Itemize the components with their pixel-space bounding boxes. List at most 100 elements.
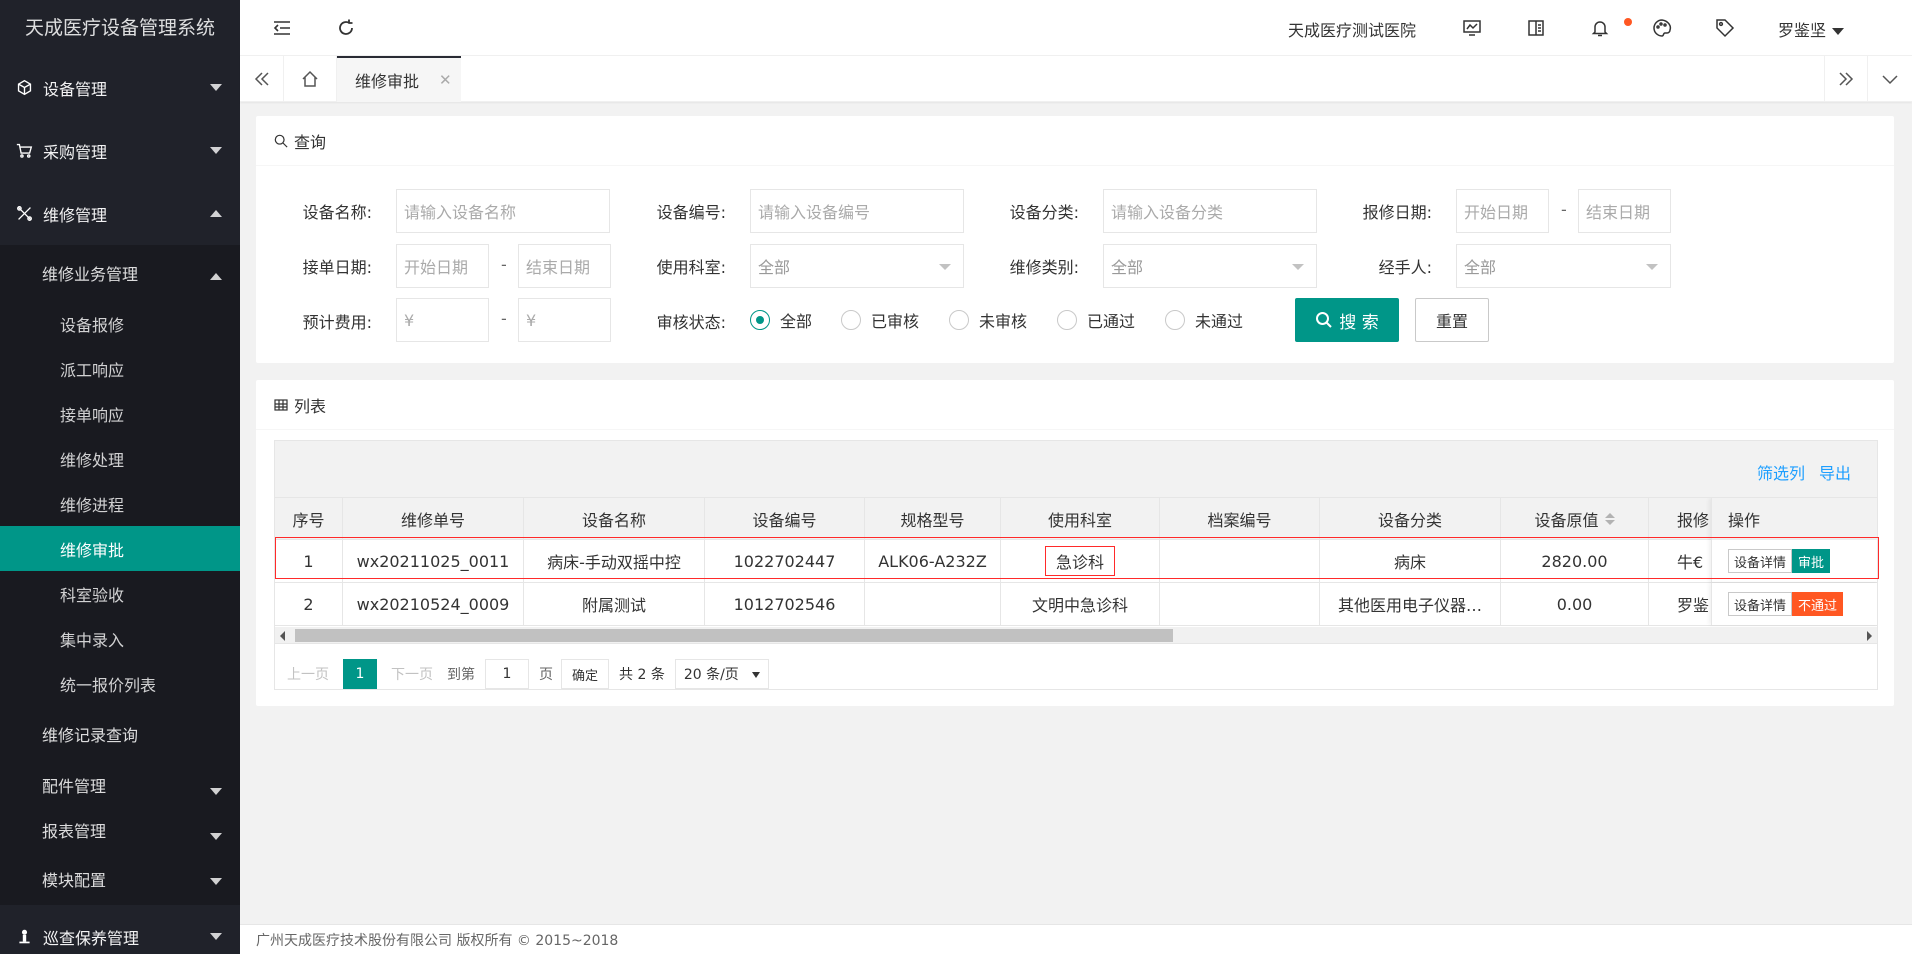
refresh-icon[interactable]	[334, 16, 358, 40]
nav-purchase-mgmt[interactable]: 采购管理	[0, 119, 240, 182]
caret-down-icon	[210, 147, 222, 154]
nav-repair-approval[interactable]: 维修审批	[0, 526, 240, 571]
dept-select-value: 全部	[758, 258, 791, 277]
page-size-select[interactable]: 20 条/页	[674, 659, 769, 689]
close-icon[interactable]: ✕	[439, 71, 452, 89]
next-page-button[interactable]: 下一页	[391, 664, 433, 684]
filter-columns-link[interactable]: 筛选列	[1757, 460, 1805, 484]
nav-unified-quote[interactable]: 统一报价列表	[0, 661, 240, 706]
list-title: 列表	[294, 396, 327, 416]
sort-icon[interactable]	[1604, 512, 1615, 525]
radio-checked-icon	[750, 310, 770, 330]
nav-report-mgmt[interactable]: 报表管理	[0, 807, 240, 852]
cell-spec: ALK06-A232Z	[865, 540, 1001, 582]
radio-label: 未审核	[979, 312, 1028, 331]
chevron-down-icon	[939, 264, 951, 270]
home-icon[interactable]	[284, 56, 337, 102]
nav-inspection-mgmt[interactable]: 巡查保养管理	[0, 905, 240, 954]
handler-select[interactable]: 全部	[1456, 244, 1671, 288]
nav-device-mgmt[interactable]: 设备管理	[0, 56, 240, 119]
tabs-scroll-left-icon[interactable]	[240, 56, 284, 102]
status-radio-all[interactable]: 全部	[750, 308, 812, 332]
nav-repair-mgmt[interactable]: 维修管理	[0, 182, 240, 245]
reject-status-button[interactable]: 不通过	[1792, 592, 1844, 616]
nav-accept-response[interactable]: 接单响应	[0, 391, 240, 436]
nav-batch-entry[interactable]: 集中录入	[0, 616, 240, 661]
nav-label: 设备管理	[43, 79, 108, 99]
dept-select[interactable]: 全部	[750, 244, 964, 288]
nav-repair-progress[interactable]: 维修进程	[0, 481, 240, 526]
theme-palette-icon[interactable]	[1650, 16, 1674, 40]
chevron-down-icon	[1646, 264, 1658, 270]
caret-down-icon	[210, 84, 222, 91]
tag-icon[interactable]	[1713, 16, 1737, 40]
nav-repair-business[interactable]: 维修业务管理	[0, 245, 240, 301]
tabs-scroll-right-icon[interactable]	[1824, 56, 1868, 102]
chevron-down-icon[interactable]	[1868, 56, 1912, 102]
nav-dispatch-response[interactable]: 派工响应	[0, 346, 240, 391]
device-detail-button[interactable]: 设备详情	[1728, 592, 1793, 616]
search-icon	[1316, 312, 1333, 328]
repair-type-select[interactable]: 全部	[1103, 244, 1317, 288]
reset-button[interactable]: 重置	[1415, 298, 1489, 342]
accept-date-label: 接单日期:	[302, 258, 372, 277]
export-link[interactable]: 导出	[1819, 460, 1851, 484]
page-unit-label: 页	[539, 667, 553, 683]
col-header: 报修	[1677, 510, 1710, 530]
accept-date-end[interactable]: 结束日期	[518, 244, 611, 288]
horizontal-scrollbar[interactable]	[275, 627, 1877, 644]
monitor-chart-icon[interactable]	[1460, 16, 1484, 40]
nav-repair-records[interactable]: 维修记录查询	[0, 706, 240, 762]
status-radio-failed[interactable]: 未通过	[1165, 308, 1243, 332]
menu-fold-icon[interactable]	[270, 16, 294, 40]
cell-device-name: 附属测试	[524, 583, 705, 625]
col-header-sortable[interactable]: 设备原值	[1501, 498, 1649, 539]
device-name-input[interactable]: 请输入设备名称	[396, 189, 610, 233]
device-no-input[interactable]: 请输入设备编号	[750, 189, 964, 233]
bell-icon[interactable]	[1588, 16, 1612, 40]
table-row: 1 wx20211025_0011 病床-手动双摇中控 1022702447 A…	[275, 540, 1877, 583]
report-date-label: 报修日期:	[1362, 203, 1432, 222]
search-button[interactable]: 搜 索	[1295, 298, 1399, 342]
search-button-label: 搜 索	[1339, 312, 1379, 333]
search-icon	[274, 134, 288, 148]
reader-icon[interactable]	[1524, 16, 1548, 40]
device-cat-input[interactable]: 请输入设备分类	[1103, 189, 1317, 233]
radio-label: 全部	[780, 312, 813, 331]
confirm-page-button[interactable]: 确定	[561, 659, 610, 689]
scroll-left-arrow-icon[interactable]	[280, 631, 285, 641]
sidebar: 天成医疗设备管理系统 设备管理 采购管理 维修管理 维修业务管理 设备报修 派工…	[0, 0, 240, 954]
current-page[interactable]: 1	[343, 659, 377, 689]
approve-button[interactable]: 审批	[1792, 549, 1831, 573]
accept-date-start[interactable]: 开始日期	[396, 244, 489, 288]
report-date-start[interactable]: 开始日期	[1456, 189, 1549, 233]
col-header-label: 设备原值	[1534, 510, 1599, 530]
cost-min-input[interactable]: ¥	[396, 298, 489, 342]
col-header: 使用科室	[1001, 498, 1160, 539]
status-radio-reviewed[interactable]: 已审核	[841, 308, 919, 332]
nav-device-report[interactable]: 设备报修	[0, 301, 240, 346]
caret-up-icon	[210, 273, 222, 280]
scroll-thumb[interactable]	[295, 629, 1173, 642]
nav-parts-mgmt[interactable]: 配件管理	[0, 762, 240, 807]
date-separator: -	[1561, 200, 1567, 219]
cost-max-input[interactable]: ¥	[518, 298, 611, 342]
device-detail-button[interactable]: 设备详情	[1728, 549, 1793, 573]
prev-page-button[interactable]: 上一页	[287, 664, 329, 684]
caret-down-icon	[210, 933, 222, 940]
nav-dept-acceptance[interactable]: 科室验收	[0, 571, 240, 616]
scroll-right-arrow-icon[interactable]	[1867, 631, 1872, 641]
cell-order-no: wx20210524_0009	[343, 583, 524, 625]
status-radio-unreviewed[interactable]: 未审核	[949, 308, 1027, 332]
page-number-input[interactable]: 1	[485, 659, 529, 689]
nav-module-config[interactable]: 模块配置	[0, 852, 240, 905]
cell-archive	[1160, 540, 1320, 582]
dept-highlight: 急诊科	[1044, 546, 1115, 576]
goto-label: 到第	[447, 667, 475, 683]
status-radio-passed[interactable]: 已通过	[1057, 308, 1135, 332]
report-date-end[interactable]: 结束日期	[1578, 189, 1671, 233]
nav-label: 巡查保养管理	[43, 928, 140, 948]
user-menu[interactable]: 罗鉴坚	[1778, 17, 1845, 41]
nav-repair-process[interactable]: 维修处理	[0, 436, 240, 481]
tab-repair-approval[interactable]: 维修审批 ✕	[337, 56, 461, 102]
